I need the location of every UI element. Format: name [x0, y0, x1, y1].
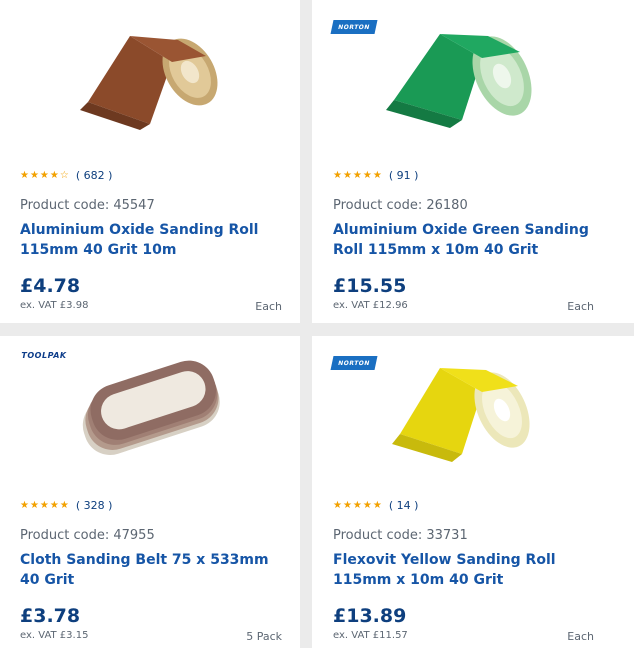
review-count: ( 328 ): [75, 499, 113, 512]
rating[interactable]: ★★★★★ ( 14 ): [333, 499, 418, 512]
product-image-brown-roll[interactable]: [0, 0, 300, 155]
rating[interactable]: ★★★★★ ( 328 ): [20, 499, 112, 512]
star-rating-icon: ★★★★★: [20, 500, 70, 511]
ex-vat-price: ex. VAT £3.98: [20, 300, 89, 311]
review-count: ( 14 ): [388, 499, 419, 512]
ex-vat-price: ex. VAT £11.57: [333, 630, 408, 641]
product-card[interactable]: NORTON ★★★★★ ( 91 ) Product code: 26180 …: [312, 0, 634, 323]
norton-logo: NORTON: [330, 20, 378, 34]
price: £4.78: [20, 275, 81, 297]
rating[interactable]: ★★★★★ ( 91 ): [333, 169, 418, 182]
unit-label: Each: [567, 630, 594, 643]
review-count: ( 682 ): [75, 169, 113, 182]
review-count: ( 91 ): [388, 169, 419, 182]
product-code: Product code: 26180: [333, 198, 468, 213]
unit-label: 5 Pack: [246, 630, 282, 643]
product-card[interactable]: TOOLPAK ★★★★★ ( 328 ) Product code: 4795…: [0, 336, 300, 648]
product-title-link[interactable]: Flexovit Yellow Sanding Roll 115mm x 10m…: [333, 550, 603, 590]
norton-logo: NORTON: [330, 356, 378, 370]
product-title-link[interactable]: Aluminium Oxide Sanding Roll 115mm 40 Gr…: [20, 220, 290, 260]
price: £13.89: [333, 605, 407, 627]
toolpak-logo: TOOLPAK: [21, 350, 67, 360]
price: £3.78: [20, 605, 81, 627]
product-title-link[interactable]: Cloth Sanding Belt 75 x 533mm 40 Grit: [20, 550, 290, 590]
product-card[interactable]: ★★★★☆ ( 682 ) Product code: 45547 Alumin…: [0, 0, 300, 323]
product-card[interactable]: NORTON ★★★★★ ( 14 ) Product code: 33731 …: [312, 336, 634, 648]
unit-label: Each: [255, 300, 282, 313]
product-code: Product code: 45547: [20, 198, 155, 213]
rating[interactable]: ★★★★☆ ( 682 ): [20, 169, 112, 182]
star-rating-icon: ★★★★☆: [20, 170, 70, 181]
ex-vat-price: ex. VAT £12.96: [333, 300, 408, 311]
product-code: Product code: 47955: [20, 528, 155, 543]
star-rating-icon: ★★★★★: [333, 170, 383, 181]
unit-label: Each: [567, 300, 594, 313]
price: £15.55: [333, 275, 407, 297]
product-code: Product code: 33731: [333, 528, 468, 543]
star-rating-icon: ★★★★★: [333, 500, 383, 511]
ex-vat-price: ex. VAT £3.15: [20, 630, 89, 641]
product-title-link[interactable]: Aluminium Oxide Green Sanding Roll 115mm…: [333, 220, 603, 260]
